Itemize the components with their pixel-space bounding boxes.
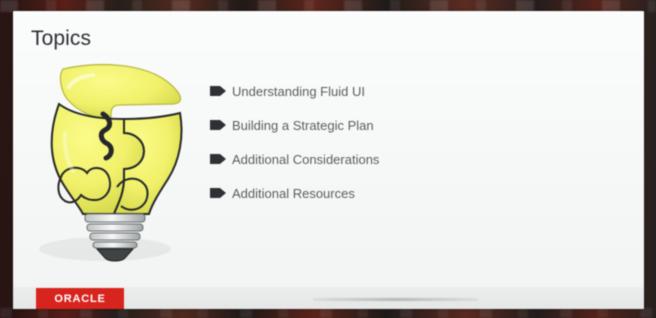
topic-understanding-fluid-ui: Understanding Fluid UI bbox=[210, 74, 379, 108]
footer-note bbox=[313, 298, 478, 301]
presentation-slide: Topics Understanding Fluid UI Building a… bbox=[13, 11, 644, 309]
topic-label: Building a Strategic Plan bbox=[232, 117, 374, 133]
slide-footer: ORACLE bbox=[13, 287, 644, 309]
topic-additional-considerations: Additional Considerations bbox=[210, 142, 379, 176]
arrow-bullet-icon bbox=[210, 86, 226, 96]
arrow-bullet-icon bbox=[210, 154, 226, 164]
topic-label: Understanding Fluid UI bbox=[232, 83, 365, 99]
topic-additional-resources: Additional Resources bbox=[210, 176, 379, 210]
arrow-bullet-icon bbox=[210, 188, 226, 198]
oracle-logo: ORACLE bbox=[36, 288, 124, 309]
topic-label: Additional Considerations bbox=[232, 151, 380, 167]
arrow-bullet-icon bbox=[210, 120, 226, 130]
slide-title: Topics bbox=[31, 27, 92, 50]
topics-list: Understanding Fluid UI Building a Strate… bbox=[210, 74, 379, 210]
puzzle-lightbulb-icon bbox=[39, 63, 183, 262]
topic-label: Additional Resources bbox=[232, 185, 355, 201]
topic-building-strategic-plan: Building a Strategic Plan bbox=[210, 108, 379, 142]
